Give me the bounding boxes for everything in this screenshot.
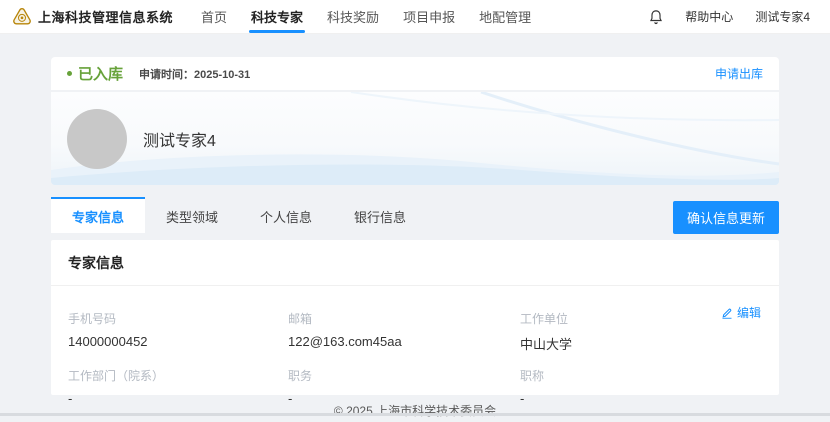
main-content: 已入库 申请时间：2025-10-31 申请出库 测试专家4 专家信息 类型领域… <box>51 57 779 395</box>
nav-item-home[interactable]: 首页 <box>189 0 239 33</box>
pencil-icon <box>721 307 733 319</box>
apply-time: 申请时间：2025-10-31 <box>139 66 250 82</box>
edit-button[interactable]: 编辑 <box>721 304 761 321</box>
status-left: 已入库 申请时间：2025-10-31 <box>67 63 250 84</box>
tab-bank-info[interactable]: 银行信息 <box>333 197 427 233</box>
apply-time-label: 申请时间： <box>139 69 194 81</box>
user-menu[interactable]: 测试专家4 <box>755 8 810 25</box>
app-title: 上海科技管理信息系统 <box>38 7 173 26</box>
tabs: 专家信息 类型领域 个人信息 银行信息 <box>51 197 427 233</box>
expert-name: 测试专家4 <box>143 127 216 151</box>
field-value: 中山大学 <box>520 334 763 353</box>
avatar <box>67 109 127 169</box>
status-bar: 已入库 申请时间：2025-10-31 申请出库 <box>51 57 779 90</box>
main-nav: 首页 科技专家 科技奖励 项目申报 地配管理 <box>189 0 543 33</box>
field-label: 手机号码 <box>68 310 288 327</box>
nav-item-tech-awards[interactable]: 科技奖励 <box>315 0 391 33</box>
hero-banner: 测试专家4 <box>51 92 779 185</box>
request-outbound-link[interactable]: 申请出库 <box>715 65 763 82</box>
topbar-right: 帮助中心 测试专家4 <box>649 8 818 25</box>
field-title: 职称 - <box>520 367 763 406</box>
section-title: 专家信息 <box>51 240 779 286</box>
brand: 上海科技管理信息系统 <box>12 7 173 27</box>
expert-info-card: 专家信息 编辑 手机号码 14000000452 邮箱 122@1 <box>51 240 779 395</box>
tab-personal-info[interactable]: 个人信息 <box>239 197 333 233</box>
field-value: 122@163.com45aa <box>288 334 520 349</box>
top-navbar: 上海科技管理信息系统 首页 科技专家 科技奖励 项目申报 地配管理 帮助中心 测… <box>0 0 830 34</box>
fields-grid: 手机号码 14000000452 邮箱 122@163.com45aa 工作单位… <box>68 310 763 406</box>
field-department: 工作部门（院系） - <box>68 367 288 406</box>
field-position: 职务 - <box>288 367 520 406</box>
notification-bell-icon[interactable] <box>649 9 663 25</box>
edit-label: 编辑 <box>737 304 761 321</box>
field-label: 职务 <box>288 367 520 384</box>
nav-item-project-declare[interactable]: 项目申报 <box>391 0 467 33</box>
status-badge: 已入库 <box>78 63 123 84</box>
field-value: - <box>68 391 288 406</box>
section-body: 编辑 手机号码 14000000452 邮箱 122@163.com45aa 工… <box>51 286 779 422</box>
field-value: - <box>520 391 763 406</box>
help-center-link[interactable]: 帮助中心 <box>685 8 733 25</box>
app-logo-icon <box>12 7 32 27</box>
nav-item-allocation-mgmt[interactable]: 地配管理 <box>467 0 543 33</box>
field-label: 工作部门（院系） <box>68 367 288 384</box>
tab-type-domain[interactable]: 类型领域 <box>145 197 239 233</box>
apply-time-value: 2025-10-31 <box>194 69 250 81</box>
field-value: - <box>288 391 520 406</box>
field-email: 邮箱 122@163.com45aa <box>288 310 520 353</box>
nav-item-tech-experts[interactable]: 科技专家 <box>239 0 315 33</box>
field-label: 职称 <box>520 367 763 384</box>
field-label: 邮箱 <box>288 310 520 327</box>
tabs-row: 专家信息 类型领域 个人信息 银行信息 确认信息更新 <box>51 197 779 233</box>
tab-expert-info[interactable]: 专家信息 <box>51 197 145 233</box>
confirm-info-update-button[interactable]: 确认信息更新 <box>673 201 779 234</box>
field-mobile: 手机号码 14000000452 <box>68 310 288 353</box>
field-value: 14000000452 <box>68 334 288 349</box>
status-dot-icon <box>67 71 72 76</box>
